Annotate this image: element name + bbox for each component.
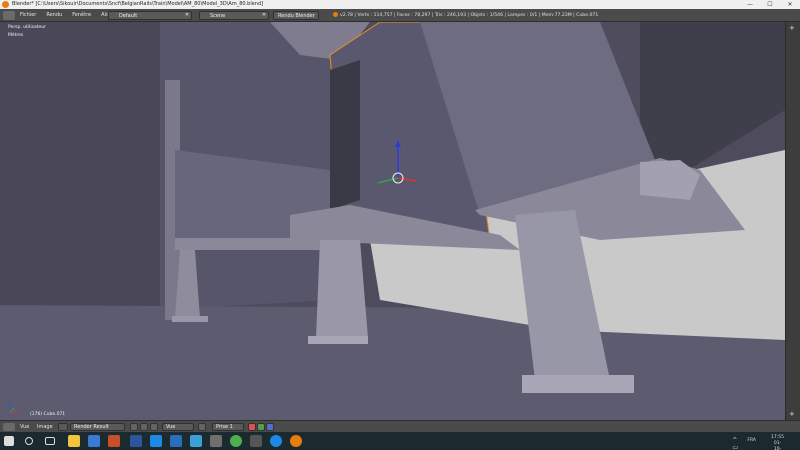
file-explorer-icon[interactable]	[68, 435, 80, 447]
store-icon[interactable]	[88, 435, 100, 447]
image-editor-header: Vue Image Render Result Vue Prise 1	[0, 420, 800, 432]
right-region-strip: + +	[785, 22, 800, 420]
view-name: Persp. utilisateur	[8, 25, 46, 30]
toolshelf-toggle-icon[interactable]: +	[789, 410, 795, 418]
image-type-icon[interactable]	[58, 423, 68, 431]
pin-icon[interactable]	[130, 423, 138, 431]
layout-close-icon[interactable]: ✕	[183, 12, 191, 19]
paint-mode-icon[interactable]	[140, 423, 148, 431]
maximize-button[interactable]: ☐	[760, 0, 780, 9]
mail-icon[interactable]	[170, 435, 182, 447]
render-slot-name: Prise 1	[216, 424, 233, 430]
language-indicator[interactable]: FRA	[747, 438, 756, 443]
3d-viewport[interactable]: Persp. utilisateur Mètres (176) Cube.071	[0, 22, 785, 420]
task-view-icon[interactable]	[45, 437, 55, 445]
center-seat-foot	[308, 336, 368, 344]
scene-render	[0, 22, 785, 420]
blender-version-icon	[333, 12, 338, 17]
clock-date: 01-10-17	[773, 441, 782, 450]
layout-selector[interactable]: Default ✕	[108, 11, 192, 20]
window-titlebar: Blender* [C:\Users\Sikouir\Documents\Snc…	[0, 0, 800, 9]
right-seat-foot	[522, 375, 634, 393]
render-engine-selector[interactable]: Rendu Blender	[273, 11, 319, 20]
scene-name: Scene	[210, 13, 226, 19]
camera-icon[interactable]	[250, 435, 262, 447]
close-button[interactable]: ✕	[780, 0, 800, 9]
center-seat-leg	[316, 240, 368, 338]
properties-toggle-icon[interactable]: +	[789, 24, 795, 32]
menu-file[interactable]: Fichier	[20, 9, 36, 22]
media-icon[interactable]	[108, 435, 120, 447]
info-menu: Fichier Rendu Fenêtre Aide	[20, 9, 112, 22]
clock[interactable]: 17:55 01-10-17	[771, 435, 784, 450]
left-seat-foot	[172, 316, 208, 322]
scene-close-icon[interactable]: ✕	[260, 12, 268, 19]
windows-taskbar: ^ ▭ ♪ FRA 17:55 01-10-17	[0, 432, 800, 450]
render-engine-name: Rendu Blender	[278, 13, 315, 19]
photos-icon[interactable]	[190, 435, 202, 447]
blender-icon[interactable]	[290, 435, 302, 447]
stats-text: v2.78 | Verts : 114,757 | Faces : 78,297…	[340, 13, 599, 18]
unit-label: Mètres	[8, 33, 24, 38]
word-icon[interactable]	[130, 435, 142, 447]
tray-icons[interactable]: ^ ▭ ♪	[732, 437, 740, 450]
blue-channel-icon[interactable]	[266, 423, 274, 431]
window-controls: — ☐ ✕	[740, 0, 800, 9]
selected-object-label: (176) Cube.071	[30, 412, 66, 417]
scene-stats: v2.78 | Verts : 114,757 | Faces : 78,297…	[333, 9, 598, 22]
minimize-button[interactable]: —	[740, 0, 760, 9]
layout-name: Default	[119, 13, 138, 19]
search-icon[interactable]	[25, 437, 33, 445]
window-title: Blender* [C:\Users\Sikouir\Documents\Snc…	[12, 1, 264, 7]
image-selector[interactable]: Render Result	[70, 423, 125, 431]
image-name: Render Result	[74, 424, 109, 430]
render-slot-selector[interactable]: Prise 1	[212, 423, 244, 431]
steam-icon[interactable]	[230, 435, 242, 447]
info-header: Fichier Rendu Fenêtre Aide Default ✕ Sce…	[0, 9, 800, 22]
center-seat-side	[330, 60, 360, 210]
view-mode-name: Vue	[166, 424, 176, 430]
scene-selector[interactable]: Scene ✕	[199, 11, 269, 20]
calculator-icon[interactable]	[210, 435, 222, 447]
editor-type-icon-2[interactable]	[3, 423, 15, 431]
edge-icon[interactable]	[150, 435, 162, 447]
chrome-icon[interactable]	[270, 435, 282, 447]
mask-mode-icon[interactable]	[150, 423, 158, 431]
menu-window[interactable]: Fenêtre	[72, 9, 91, 22]
red-channel-icon[interactable]	[248, 423, 256, 431]
menu-render[interactable]: Rendu	[46, 9, 62, 22]
blender-logo-icon	[2, 1, 9, 8]
green-channel-icon[interactable]	[257, 423, 265, 431]
snap-icon[interactable]	[198, 423, 206, 431]
editor-type-icon[interactable]	[3, 11, 15, 20]
view-mode-selector[interactable]: Vue	[162, 423, 194, 431]
windows-icon[interactable]	[4, 436, 14, 446]
